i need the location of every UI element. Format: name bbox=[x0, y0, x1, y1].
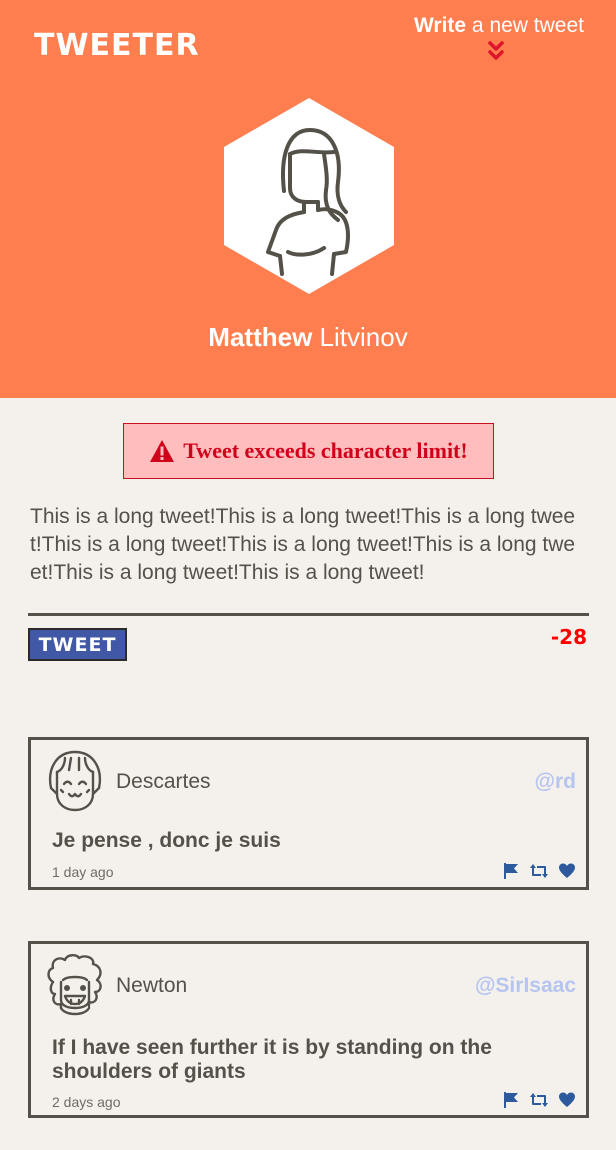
tweet-author-handle[interactable]: @SirIsaac bbox=[475, 974, 576, 998]
tweet-author-name: Descartes bbox=[116, 770, 211, 793]
heart-icon[interactable] bbox=[558, 862, 576, 880]
flag-icon[interactable] bbox=[502, 862, 520, 880]
tweet-timestamp: 1 day ago bbox=[52, 864, 114, 880]
profile-header: TWEETER Write a new tweet Matthew Litvin… bbox=[0, 0, 616, 398]
brand-logo: TWEETER bbox=[34, 28, 200, 63]
retweet-icon[interactable] bbox=[529, 1091, 549, 1109]
tweet-card: Newton @SirIsaac If I have seen further … bbox=[28, 941, 589, 1118]
tweet-compose-input[interactable]: This is a long tweet!This is a long twee… bbox=[30, 503, 585, 587]
warning-icon bbox=[150, 440, 175, 462]
double-chevron-down-icon[interactable] bbox=[482, 40, 510, 64]
tweet-content: Je pense , donc je suis bbox=[52, 829, 281, 852]
profile-avatar bbox=[224, 98, 394, 294]
tweet-actions bbox=[502, 862, 576, 880]
tweet-actions bbox=[502, 1091, 576, 1109]
tweet-author-name: Newton bbox=[116, 974, 188, 997]
retweet-icon[interactable] bbox=[529, 862, 549, 880]
tweet-card: Descartes @rd Je pense , donc je suis 1 … bbox=[28, 737, 589, 890]
flag-icon[interactable] bbox=[502, 1091, 520, 1109]
author-avatar bbox=[48, 750, 102, 812]
character-counter: -28 bbox=[550, 625, 587, 649]
heart-icon[interactable] bbox=[558, 1091, 576, 1109]
tweet-submit-button[interactable]: TWEET bbox=[28, 628, 127, 661]
error-message: Tweet exceeds character limit! bbox=[183, 438, 468, 463]
author-avatar bbox=[47, 954, 102, 1016]
tweet-content: If I have seen further it is by standing… bbox=[52, 1036, 492, 1083]
write-new-tweet-label: Write a new tweet bbox=[413, 14, 584, 37]
error-alert: Tweet exceeds character limit! bbox=[123, 423, 494, 479]
profile-name: Matthew Litvinov bbox=[208, 322, 408, 352]
composer-divider bbox=[28, 613, 589, 616]
tweet-timestamp: 2 days ago bbox=[52, 1094, 121, 1110]
tweet-author-handle[interactable]: @rd bbox=[535, 770, 576, 794]
write-new-tweet-toggle[interactable]: Write a new tweet bbox=[414, 14, 584, 64]
